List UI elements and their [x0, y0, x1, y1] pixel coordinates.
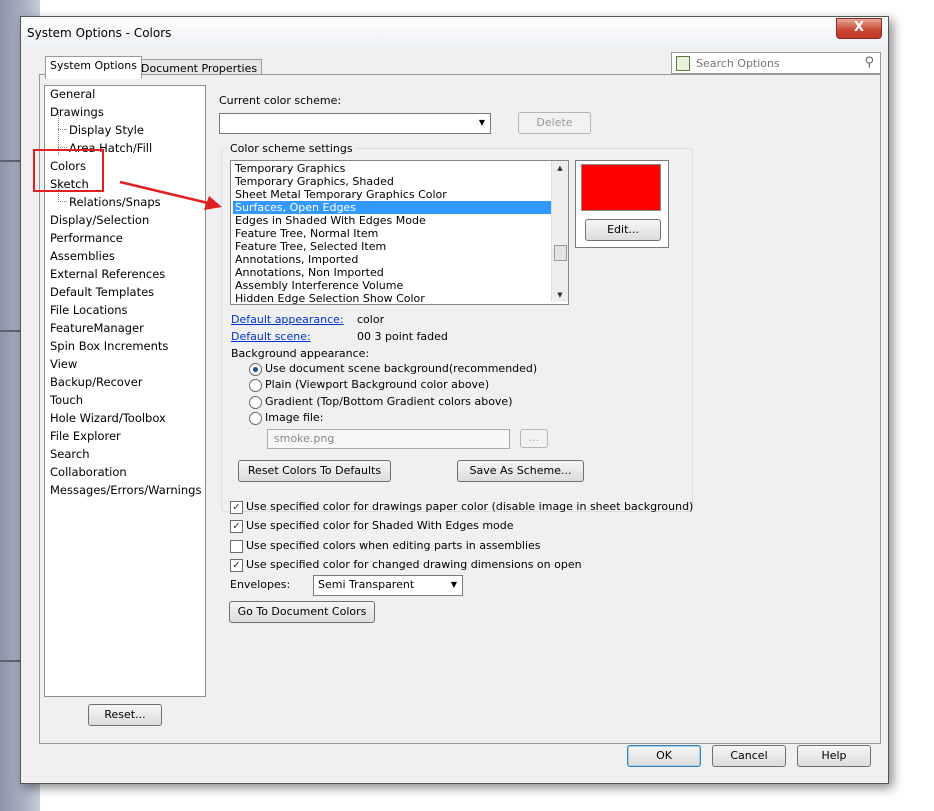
- list-item[interactable]: Sheet Metal Temporary Graphics Color: [233, 188, 551, 201]
- list-item[interactable]: Temporary Graphics: [233, 162, 551, 175]
- tree-item-drawings[interactable]: Drawings: [50, 104, 104, 121]
- color-scheme-select[interactable]: ▼: [219, 113, 491, 134]
- checkbox-drawings-paper-color[interactable]: ✓: [230, 501, 243, 514]
- save-as-scheme-button[interactable]: Save As Scheme...: [457, 460, 584, 482]
- annotation-highlight-box: [33, 149, 104, 192]
- tree-item-featuremanager[interactable]: FeatureManager: [50, 320, 144, 337]
- radio-label[interactable]: Use document scene background(recommende…: [265, 362, 537, 375]
- radio-label[interactable]: Plain (Viewport Background color above): [265, 378, 489, 391]
- tree-item-hole-wizard-toolbox[interactable]: Hole Wizard/Toolbox: [50, 410, 166, 427]
- tree-connector: [58, 147, 67, 148]
- tree-item-general[interactable]: General: [50, 86, 95, 103]
- reset-button[interactable]: Reset...: [88, 704, 162, 726]
- checkbox-changed-dimensions[interactable]: ✓: [230, 559, 243, 572]
- close-icon: X: [853, 20, 865, 35]
- tree-item-file-locations[interactable]: File Locations: [50, 302, 128, 319]
- list-scrollbar[interactable]: ▲ ▼: [551, 161, 568, 302]
- tree-item-messages-errors-warnings[interactable]: Messages/Errors/Warnings: [50, 482, 201, 499]
- tree-item-spin-box-increments[interactable]: Spin Box Increments: [50, 338, 168, 355]
- search-icon[interactable]: ⚲: [864, 55, 874, 70]
- checkbox-label[interactable]: Use specified color for drawings paper c…: [246, 500, 693, 513]
- list-item[interactable]: Feature Tree, Normal Item: [233, 227, 551, 240]
- radio-label[interactable]: Image file:: [265, 411, 323, 424]
- chevron-down-icon: ▼: [450, 580, 457, 589]
- annotation-arrow-icon: [119, 180, 222, 210]
- list-item[interactable]: Feature Tree, Selected Item: [233, 240, 551, 253]
- close-button[interactable]: X: [836, 18, 882, 39]
- tab-system-options[interactable]: System Options: [45, 56, 142, 79]
- title-bar[interactable]: System Options - Colors X: [21, 17, 888, 47]
- tree-item-display-selection[interactable]: Display/Selection: [50, 212, 149, 229]
- tree-item-performance[interactable]: Performance: [50, 230, 123, 247]
- radio-plain[interactable]: [249, 379, 262, 392]
- envelopes-select[interactable]: Semi Transparent ▼: [313, 575, 463, 596]
- default-appearance-link[interactable]: Default appearance:: [231, 313, 344, 326]
- default-scene-value: 00 3 point faded: [357, 330, 448, 343]
- cancel-button[interactable]: Cancel: [712, 745, 786, 767]
- background-appearance-label: Background appearance:: [231, 347, 370, 360]
- color-settings-list[interactable]: Temporary Graphics Temporary Graphics, S…: [230, 160, 569, 305]
- checkbox-shaded-edges[interactable]: ✓: [230, 520, 243, 533]
- list-item[interactable]: Annotations, Non Imported: [233, 266, 551, 279]
- scroll-thumb[interactable]: [554, 245, 567, 261]
- tree-item-collaboration[interactable]: Collaboration: [50, 464, 127, 481]
- checkbox-editing-parts[interactable]: [230, 540, 243, 553]
- tree-item-touch[interactable]: Touch: [50, 392, 83, 409]
- radio-image-file[interactable]: [249, 412, 262, 425]
- tree-item-external-references[interactable]: External References: [50, 266, 165, 283]
- envelopes-value: Semi Transparent: [318, 578, 415, 591]
- tree-item-display-style[interactable]: Display Style: [69, 122, 144, 139]
- default-appearance-value: color: [357, 313, 385, 326]
- checkbox-label[interactable]: Use specified color for Shaded With Edge…: [246, 519, 514, 532]
- edit-color-button[interactable]: Edit...: [585, 219, 661, 241]
- scroll-down-icon[interactable]: ▼: [552, 288, 568, 302]
- search-box[interactable]: ⚲: [671, 52, 881, 74]
- window-title: System Options - Colors: [27, 26, 172, 40]
- chevron-down-icon: ▼: [478, 118, 485, 127]
- radio-scene-background[interactable]: [249, 363, 262, 376]
- checkbox-label[interactable]: Use specified colors when editing parts …: [246, 539, 541, 552]
- tree-item-file-explorer[interactable]: File Explorer: [50, 428, 121, 445]
- tree-item-default-templates[interactable]: Default Templates: [50, 284, 154, 301]
- scroll-up-icon[interactable]: ▲: [552, 161, 568, 175]
- browse-button[interactable]: ...: [520, 429, 548, 448]
- tree-connector: [58, 129, 67, 130]
- list-item[interactable]: Temporary Graphics, Shaded: [233, 175, 551, 188]
- reset-colors-button[interactable]: Reset Colors To Defaults: [238, 460, 391, 482]
- delete-button[interactable]: Delete: [518, 112, 591, 134]
- tree-connector: [58, 201, 67, 202]
- list-item[interactable]: Assembly Interference Volume: [233, 279, 551, 292]
- options-dialog: System Options - Colors X System Options…: [20, 16, 889, 784]
- radio-label[interactable]: Gradient (Top/Bottom Gradient colors abo…: [265, 395, 513, 408]
- color-swatch: [581, 164, 661, 211]
- ok-button[interactable]: OK: [627, 745, 701, 767]
- radio-gradient[interactable]: [249, 396, 262, 409]
- go-to-document-colors-button[interactable]: Go To Document Colors: [229, 601, 375, 623]
- document-icon: [676, 56, 690, 71]
- tree-item-view[interactable]: View: [50, 356, 77, 373]
- color-scheme-settings-title: Color scheme settings: [228, 142, 355, 155]
- list-item[interactable]: Edges in Shaded With Edges Mode: [233, 214, 551, 227]
- search-input[interactable]: [694, 54, 858, 72]
- list-item[interactable]: Hidden Edge Selection Show Color: [233, 292, 551, 304]
- envelopes-label: Envelopes:: [230, 578, 291, 591]
- tree-item-search[interactable]: Search: [50, 446, 90, 463]
- list-item[interactable]: Annotations, Imported: [233, 253, 551, 266]
- list-item-selected[interactable]: Surfaces, Open Edges: [233, 201, 551, 214]
- tree-item-backup-recover[interactable]: Backup/Recover: [50, 374, 143, 391]
- checkbox-label[interactable]: Use specified color for changed drawing …: [246, 558, 582, 571]
- tree-item-assemblies[interactable]: Assemblies: [50, 248, 115, 265]
- help-button[interactable]: Help: [797, 745, 871, 767]
- tab-label: System Options: [50, 59, 137, 72]
- color-scheme-label: Current color scheme:: [219, 94, 342, 107]
- image-file-field[interactable]: smoke.png: [267, 429, 510, 449]
- default-scene-link[interactable]: Default scene:: [231, 330, 311, 343]
